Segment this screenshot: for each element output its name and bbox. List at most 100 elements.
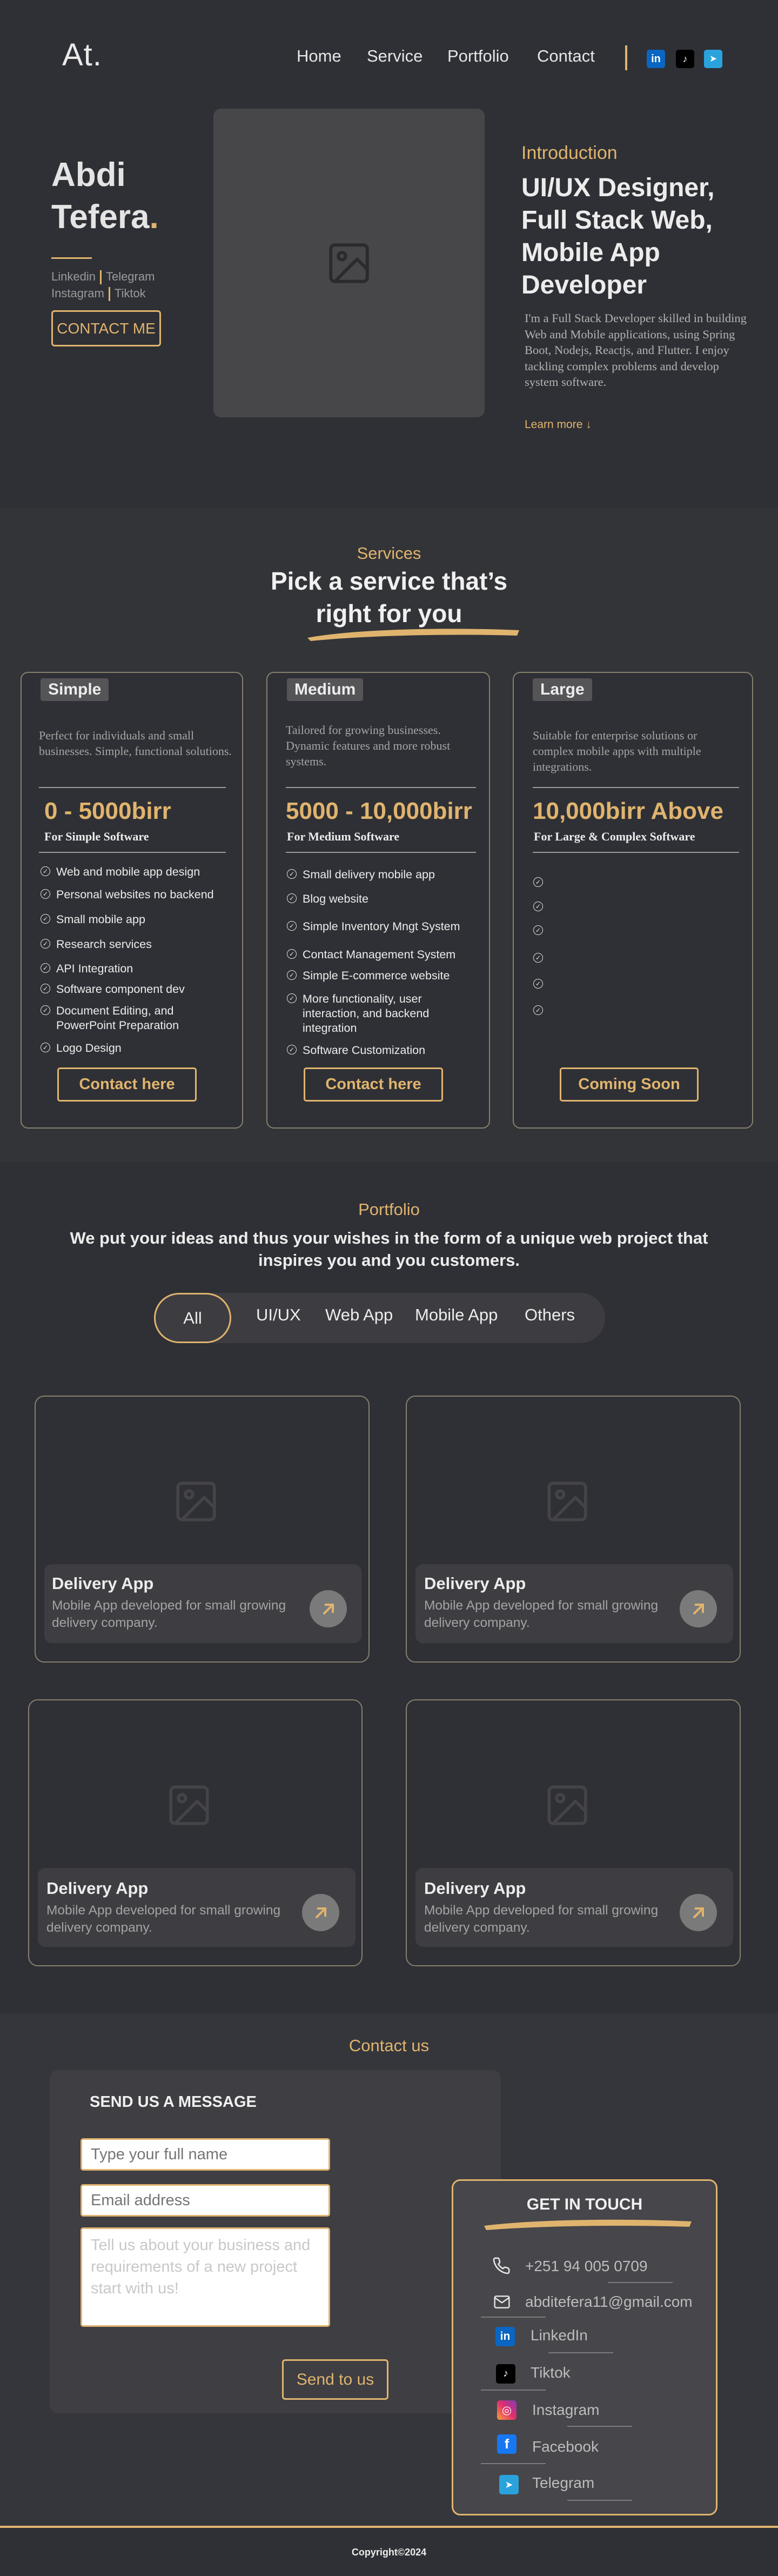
check-icon: ✓ <box>41 963 50 973</box>
link-tiktok[interactable]: Tiktok <box>115 286 146 300</box>
link-linkedin[interactable]: Linkedin <box>51 270 96 283</box>
check-icon: ✓ <box>533 953 543 963</box>
feature-item: ✓ Contact Management System <box>287 947 476 962</box>
instagram-icon: ◎ <box>497 2400 517 2420</box>
hero-social-links: Linkedin Telegram Instagram Tiktok <box>51 268 155 302</box>
open-project-button[interactable] <box>680 1894 717 1931</box>
filter-mobile-app[interactable]: Mobile App <box>415 1305 498 1325</box>
mail-icon <box>492 2293 512 2313</box>
check-icon: ✓ <box>287 993 297 1003</box>
open-project-button[interactable] <box>680 1590 717 1627</box>
contact-label: Contact us <box>348 2036 430 2055</box>
phone-number[interactable]: +251 94 005 0709 <box>525 2258 648 2275</box>
filter-web-app[interactable]: Web App <box>325 1305 393 1325</box>
facebook-icon: f <box>497 2434 517 2454</box>
intro-title: UI/UX Designer, Full Stack Web, Mobile A… <box>521 173 715 299</box>
check-icon: ✓ <box>287 1045 297 1055</box>
telegram-link[interactable]: Telegram <box>532 2474 594 2492</box>
open-project-button[interactable] <box>302 1894 339 1931</box>
open-project-button[interactable] <box>310 1590 347 1627</box>
telegram-icon: ➤ <box>499 2475 519 2494</box>
link-telegram[interactable]: Telegram <box>106 270 155 283</box>
arrow-up-right-icon <box>693 1907 704 1918</box>
portfolio-subtitle: We put your ideas and thus your wishes i… <box>70 1229 708 1270</box>
project-desc: Mobile App developed for small growing de… <box>424 1598 659 1630</box>
hero-divider <box>51 257 92 259</box>
instagram-link[interactable]: Instagram <box>532 2401 600 2419</box>
full-name-input[interactable] <box>81 2138 330 2171</box>
project-title: Delivery App <box>424 1574 526 1593</box>
divider <box>481 2317 546 2318</box>
divider <box>39 787 226 788</box>
divider <box>39 852 226 853</box>
feature-item: ✓ Software component dev <box>41 982 230 997</box>
nav-contact[interactable]: Contact <box>537 46 595 66</box>
nav-home[interactable]: Home <box>297 46 341 66</box>
services-label: Services <box>357 544 421 563</box>
image-placeholder-icon <box>547 1785 587 1825</box>
learn-more-link[interactable]: Learn more ↓ <box>525 418 592 431</box>
nav-portfolio[interactable]: Portfolio <box>447 46 509 66</box>
intro-text: I'm a Full Stack Developer skilled in bu… <box>525 311 747 389</box>
check-icon: ✓ <box>533 925 543 935</box>
feature-item: ✓ Logo Design <box>41 1041 230 1056</box>
feature-item: ✓ <box>533 876 549 887</box>
divider <box>286 787 476 788</box>
coming-soon-button[interactable]: Coming Soon <box>560 1067 699 1102</box>
contact-here-button[interactable]: Contact here <box>304 1067 443 1102</box>
divider <box>548 2352 613 2353</box>
tiktok-icon[interactable]: ♪ <box>676 50 694 68</box>
arrow-up-right-icon <box>315 1907 326 1918</box>
check-icon: ✓ <box>533 902 543 911</box>
project-title: Delivery App <box>46 1879 149 1898</box>
filter-others[interactable]: Others <box>525 1305 575 1325</box>
arrow-up-right-icon <box>323 1603 334 1614</box>
first-name: Abdi <box>51 156 126 193</box>
check-icon: ✓ <box>287 869 297 879</box>
contact-here-button[interactable]: Contact here <box>57 1067 197 1102</box>
message-textarea[interactable]: Tell us about your business and requirem… <box>81 2227 330 2327</box>
image-placeholder-icon <box>329 243 369 283</box>
logo[interactable]: At. <box>62 37 102 73</box>
tag-large: Large <box>533 678 592 701</box>
price: 10,000birr Above <box>533 798 723 824</box>
project-title: Delivery App <box>424 1879 526 1898</box>
project-desc: Mobile App developed for small growing de… <box>46 1903 281 1935</box>
facebook-link[interactable]: Facebook <box>532 2438 599 2455</box>
send-button[interactable]: Send to us <box>282 2359 388 2400</box>
check-icon: ✓ <box>41 889 50 899</box>
filter-uiux[interactable]: UI/UX <box>256 1305 301 1325</box>
card-desc: Perfect for individuals and small busine… <box>39 729 232 758</box>
divider <box>481 2463 546 2464</box>
feature-item: ✓ Small delivery mobile app <box>287 867 476 882</box>
filter-all[interactable]: All <box>154 1293 231 1343</box>
nav-service[interactable]: Service <box>367 46 422 66</box>
email-address[interactable]: abditefera11@gmail.com <box>525 2293 693 2311</box>
check-icon: ✓ <box>41 1043 50 1052</box>
check-icon: ✓ <box>533 877 543 887</box>
price: 0 - 5000birr <box>44 798 171 824</box>
feature-item: ✓ API Integration <box>41 962 230 976</box>
image-placeholder-icon <box>176 1481 216 1521</box>
tag-medium: Medium <box>287 678 364 701</box>
feature-item: ✓ Blog website <box>287 892 476 906</box>
tiktok-link[interactable]: Tiktok <box>531 2364 571 2381</box>
linkedin-link[interactable]: LinkedIn <box>531 2327 588 2344</box>
feature-item: ✓ Simple Inventory Mngt System <box>287 919 476 934</box>
check-icon: ✓ <box>533 1005 543 1015</box>
divider <box>567 2426 632 2427</box>
email-input[interactable] <box>81 2184 330 2217</box>
check-icon: ✓ <box>41 939 50 949</box>
telegram-icon[interactable]: ➤ <box>704 50 722 68</box>
divider <box>533 852 739 853</box>
copyright: Copyright©2024 <box>351 2547 427 2558</box>
feature-item: ✓ Small mobile app <box>41 912 230 927</box>
feature-item: ✓ <box>533 900 549 911</box>
linkedin-icon[interactable]: in <box>647 50 665 68</box>
check-icon: ✓ <box>287 970 297 980</box>
check-icon: ✓ <box>41 914 50 924</box>
contact-me-button[interactable]: CONTACT ME <box>51 310 161 346</box>
link-instagram[interactable]: Instagram <box>51 286 104 300</box>
hero-name: Abdi Tefera. <box>51 154 159 238</box>
card-desc: Suitable for enterprise solutions or com… <box>533 729 701 773</box>
